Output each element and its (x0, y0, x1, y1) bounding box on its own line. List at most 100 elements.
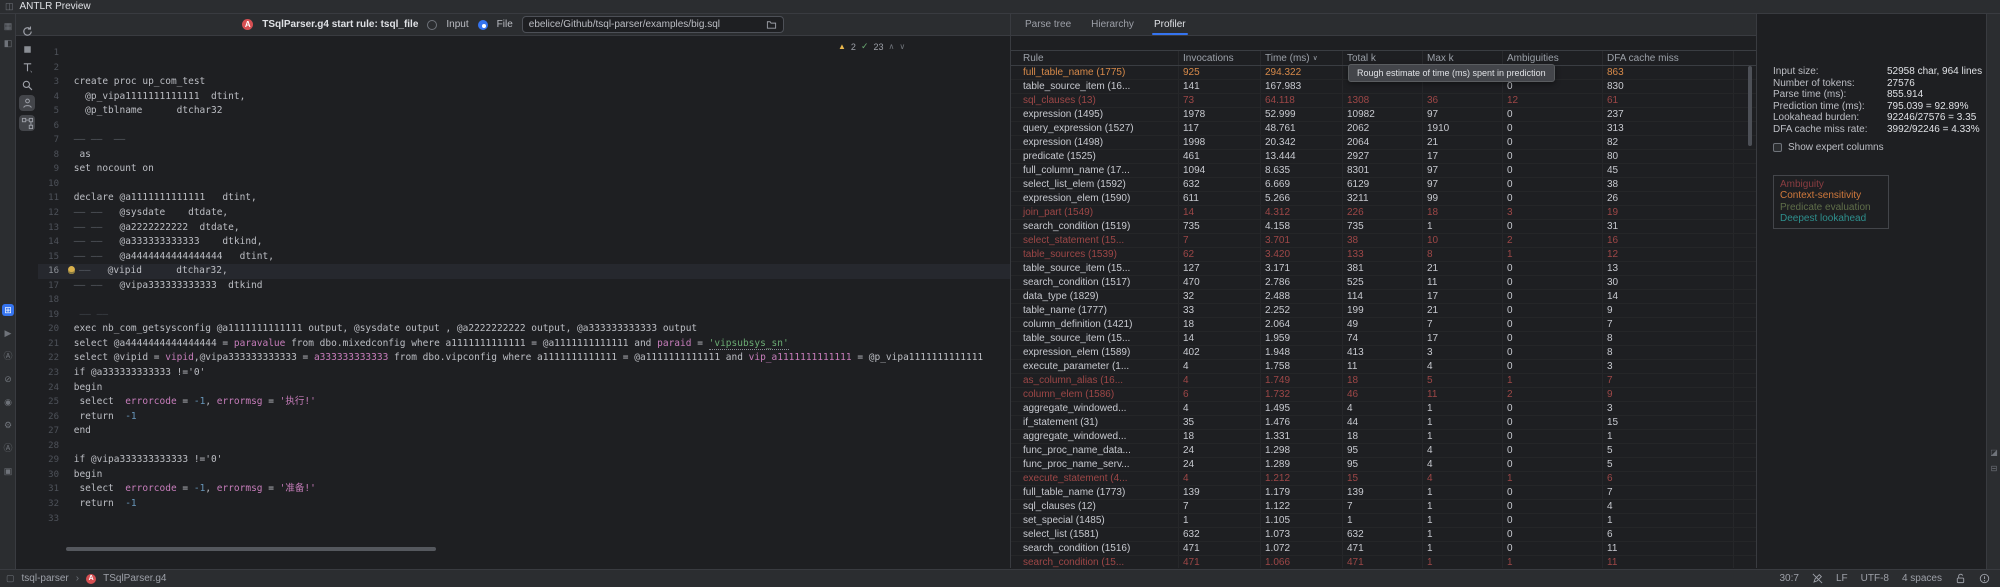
profiler-row[interactable]: table_name (1777)332.2521992109 (1011, 304, 1756, 318)
column-header-max-k[interactable]: Max k (1423, 51, 1503, 65)
profiler-row[interactable]: data_type (1829)322.48811417014 (1011, 290, 1756, 304)
code-line[interactable]: 18 (38, 293, 1010, 308)
zoom-icon[interactable] (19, 77, 35, 93)
code-line[interactable]: 19 —— —— (38, 308, 1010, 323)
code-line[interactable]: 12 —— —— @sysdate dtdate, (38, 206, 1010, 221)
services-tool-icon[interactable]: ◉ (2, 396, 14, 408)
profiler-row[interactable]: table_source_item (15...141.959741708 (1011, 332, 1756, 346)
inspections-widget[interactable]: ▲ 2 ✓ 23 ∧ ∨ (838, 41, 905, 52)
line-separator[interactable]: LF (1836, 573, 1848, 584)
code-line[interactable]: 20 exec nb_com_getsysconfig @a1111111111… (38, 322, 1010, 337)
stop-icon[interactable] (19, 41, 35, 57)
show-expert-columns-checkbox[interactable] (1773, 143, 1782, 152)
profiler-row[interactable]: func_proc_name_serv...241.28995405 (1011, 458, 1756, 472)
code-line[interactable]: 17 —— —— @vipa333333333333 dtkind (38, 279, 1010, 294)
code-line[interactable]: 27 end (38, 424, 1010, 439)
readonly-toggle-icon[interactable] (1812, 573, 1823, 584)
code-line[interactable]: 8 as (38, 148, 1010, 163)
code-line[interactable]: 22 select @vipid = vipid,@vipa3333333333… (38, 351, 1010, 366)
column-header-ambiguities[interactable]: Ambiguities (1503, 51, 1603, 65)
profiler-row[interactable]: as_column_alias (16...41.74918517 (1011, 374, 1756, 388)
show-expert-columns-label[interactable]: Show expert columns (1788, 142, 1884, 153)
table-vertical-scrollbar[interactable] (1748, 66, 1752, 146)
profiler-row[interactable]: func_proc_name_data...241.29895405 (1011, 444, 1756, 458)
profiler-row[interactable]: set_special (1485)11.1051101 (1011, 514, 1756, 528)
profiler-row[interactable]: query_expression (1527)11748.76120621910… (1011, 122, 1756, 136)
profiler-row[interactable]: search_condition (1517)4702.78652511030 (1011, 276, 1756, 290)
code-line[interactable]: 31 select errorcode = -1, errormsg = '准备… (38, 482, 1010, 497)
code-line[interactable]: 15 —— —— @a4444444444444444 dtint, (38, 250, 1010, 265)
refresh-icon[interactable] (19, 23, 35, 39)
profiler-row[interactable]: search_condition (1516)4711.0724711011 (1011, 542, 1756, 556)
profiler-row[interactable]: table_sources (1539)623.4201338112 (1011, 248, 1756, 262)
parse-tree-icon[interactable] (19, 115, 35, 131)
code-line[interactable]: 5 @p_tblname dtchar32 (38, 104, 1010, 119)
code-line[interactable]: 11 declare @a1111111111111 dtint, (38, 191, 1010, 206)
input-radio[interactable] (427, 20, 437, 30)
code-line[interactable]: 29 if @vipa333333333333 !='0' (38, 453, 1010, 468)
breadcrumb-file[interactable]: TSqlParser.g4 (103, 573, 166, 584)
caret-position[interactable]: 30:7 (1779, 573, 1798, 584)
next-problem-chevron-icon[interactable]: ∨ (899, 42, 905, 51)
file-radio[interactable] (478, 20, 488, 30)
folder-icon[interactable] (766, 19, 777, 30)
file-encoding[interactable]: UTF-8 (1861, 573, 1889, 584)
input-radio-label[interactable]: Input (446, 19, 468, 30)
column-header-rule[interactable]: Rule (1011, 51, 1179, 65)
antlr-tool-icon[interactable]: Ⓐ (2, 350, 14, 362)
notifications-icon[interactable]: ◪ (1989, 448, 1999, 458)
column-header-invocations[interactable]: Invocations (1179, 51, 1261, 65)
code-line[interactable]: 16—— @vipid dtchar32, (38, 264, 1010, 279)
column-header-dfa-cache-miss[interactable]: DFA cache miss (1603, 51, 1734, 65)
project-icon[interactable]: ▦ (2, 20, 14, 32)
profiler-row[interactable]: sql_clauses (13)7364.1181308361261 (1011, 94, 1756, 108)
editor-horizontal-scrollbar[interactable] (66, 547, 436, 551)
profiler-row[interactable]: column_elem (1586)61.732461129 (1011, 388, 1756, 402)
code-line[interactable]: 24 begin (38, 381, 1010, 396)
profiler-row[interactable]: expression_elem (1589)4021.948413308 (1011, 346, 1756, 360)
profiler-row[interactable]: column_definition (1421)182.06449707 (1011, 318, 1756, 332)
layers-icon[interactable]: ⊟ (1989, 464, 1999, 474)
code-line[interactable]: 28 (38, 439, 1010, 454)
code-editor[interactable]: 123 create proc up_com_test4 @p_vipa1111… (38, 36, 1010, 568)
code-line[interactable]: 9 set nocount on (38, 162, 1010, 177)
profiler-row[interactable]: predicate (1525)46113.444292717080 (1011, 150, 1756, 164)
profiler-row[interactable]: expression (1498)199820.342206421082 (1011, 136, 1756, 150)
profiler-row[interactable]: table_source_item (16...141167.9830830 (1011, 80, 1756, 94)
profiler-row[interactable]: select_list (1581)6321.073632106 (1011, 528, 1756, 542)
antlr-console-icon[interactable]: Ⓐ (2, 442, 14, 454)
code-line[interactable]: 14 —— —— @a333333333333 dtkind, (38, 235, 1010, 250)
intention-bulb-icon[interactable] (68, 266, 75, 274)
breadcrumb-project[interactable]: tsql-parser (22, 573, 69, 584)
column-header-total-k[interactable]: Total k (1343, 51, 1423, 65)
inspections-widget-icon[interactable] (1979, 573, 1990, 584)
code-line[interactable]: 2 (38, 61, 1010, 76)
profiler-row[interactable]: expression (1495)197852.99910982970237 (1011, 108, 1756, 122)
code-line[interactable]: 10 (38, 177, 1010, 192)
code-line[interactable]: 25 select errorcode = -1, errormsg = '执行… (38, 395, 1010, 410)
profiler-row[interactable]: full_column_name (17...10948.63583019704… (1011, 164, 1756, 178)
antlr-preview-tool-icon[interactable]: ⊞ (2, 304, 14, 316)
profiler-row[interactable]: aggregate_windowed...181.33118101 (1011, 430, 1756, 444)
text-input-icon[interactable] (19, 59, 35, 75)
profiler-row[interactable]: search_condition (1519)7354.1587351031 (1011, 220, 1756, 234)
profiler-row[interactable]: search_condition (15...4711.0664711111 (1011, 556, 1756, 568)
run-tool-icon[interactable]: ▶ (2, 327, 14, 339)
code-line[interactable]: 21 select @a4444444444444444 = paravalue… (38, 337, 1010, 352)
tab-parse-tree[interactable]: Parse tree (1015, 14, 1081, 35)
code-line[interactable]: 32 return -1 (38, 497, 1010, 512)
code-line[interactable]: 13 —— —— @a2222222222 dtdate, (38, 221, 1010, 236)
code-line[interactable]: 7 —— —— —— (38, 133, 1010, 148)
profiler-row[interactable]: join_part (1549)144.31222618319 (1011, 206, 1756, 220)
profiler-row[interactable]: sql_clauses (12)71.1227104 (1011, 500, 1756, 514)
terminal-tool-icon[interactable]: ▣ (2, 465, 14, 477)
code-line[interactable]: 30 begin (38, 468, 1010, 483)
profiler-row[interactable]: table_source_item (15...1273.17138121013 (1011, 262, 1756, 276)
profiler-row[interactable]: select_statement (15...73.7013810216 (1011, 234, 1756, 248)
indent-style[interactable]: 4 spaces (1902, 573, 1942, 584)
file-radio-label[interactable]: File (497, 19, 513, 30)
prev-problem-chevron-icon[interactable]: ∧ (889, 42, 895, 51)
profiler-row[interactable]: execute_parameter (1...41.75811403 (1011, 360, 1756, 374)
profiler-row[interactable]: execute_statement (4...41.21215416 (1011, 472, 1756, 486)
code-line[interactable]: 3 create proc up_com_test (38, 75, 1010, 90)
